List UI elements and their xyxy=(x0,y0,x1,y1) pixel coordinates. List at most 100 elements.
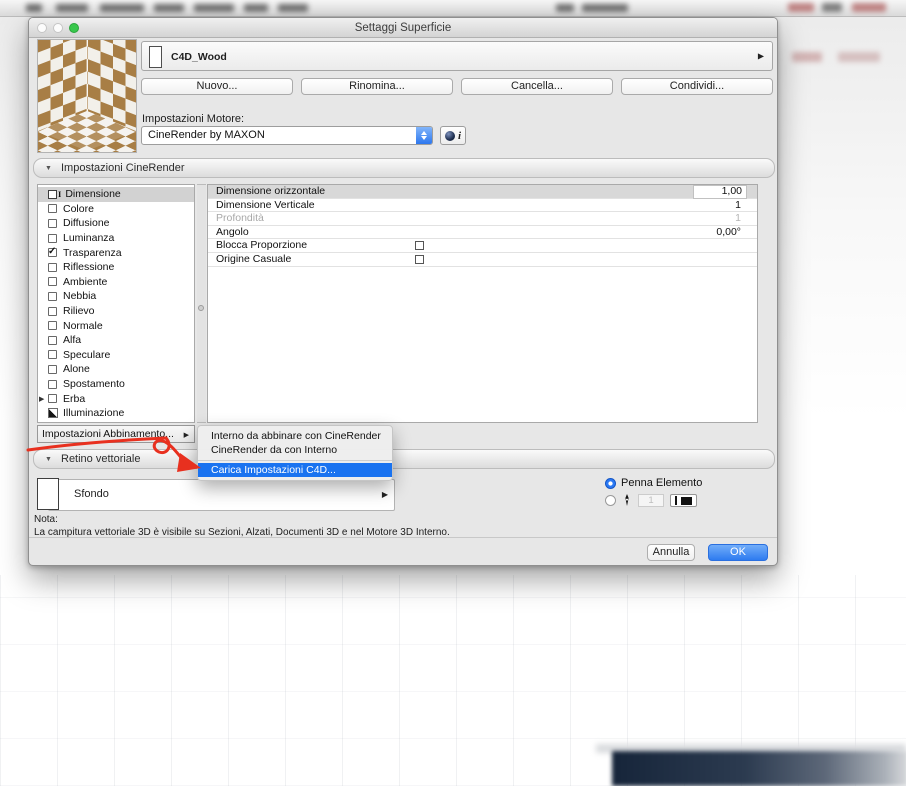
param-row-profondit[interactable]: Profondità1 xyxy=(208,212,757,226)
channel-row-rilievo[interactable]: Rilievo xyxy=(38,304,194,319)
info-icon: i xyxy=(458,130,461,142)
background-fill-label: Sfondo xyxy=(74,488,109,500)
param-row-dimensione-verticale[interactable]: Dimensione Verticale1 xyxy=(208,199,757,213)
channel-checkbox[interactable] xyxy=(48,234,57,243)
menubar-smudge xyxy=(100,4,144,12)
menu-item-cinerender-da-con-interno[interactable]: CineRender da con Interno xyxy=(198,443,392,457)
material-name-field[interactable]: C4D_Wood ▶ xyxy=(141,41,773,71)
dropdown-stepper-icon[interactable] xyxy=(416,127,432,144)
minimize-window-button[interactable] xyxy=(53,23,63,33)
titlebar[interactable]: Settaggi Superficie xyxy=(29,18,777,38)
channel-checkbox[interactable] xyxy=(48,365,57,374)
condividi-button[interactable]: Condividi... xyxy=(621,78,773,95)
pen-custom-row: 1 xyxy=(605,494,697,507)
channel-checkbox[interactable] xyxy=(48,394,57,403)
menubar-smudge xyxy=(852,3,886,12)
channel-row-speculare[interactable]: Speculare xyxy=(38,348,194,363)
param-label: Blocca Proporzione xyxy=(216,239,307,253)
param-label: Dimensione orizzontale xyxy=(216,185,325,199)
channel-checkbox[interactable] xyxy=(48,277,57,286)
chevron-right-icon[interactable]: ▶ xyxy=(758,52,764,61)
menu-separator xyxy=(198,460,392,461)
cancella-button[interactable]: Cancella... xyxy=(461,78,613,95)
material-color-swatch xyxy=(149,46,162,68)
channel-row-illuminazione[interactable]: Illuminazione xyxy=(38,406,194,421)
channel-row-trasparenza[interactable]: Trasparenza xyxy=(38,245,194,260)
chevron-right-icon: ▶ xyxy=(184,431,189,439)
menubar-smudge xyxy=(278,4,308,12)
channel-checkbox[interactable] xyxy=(48,204,57,213)
matching-settings-menu: Interno da abbinare con CineRenderCineRe… xyxy=(197,425,393,481)
channel-label: Riflessione xyxy=(63,261,114,273)
channel-row-normale[interactable]: Normale xyxy=(38,318,194,333)
channel-row-erba[interactable]: ▶Erba xyxy=(38,391,194,406)
channel-checkbox[interactable] xyxy=(48,248,57,257)
footer-divider xyxy=(29,537,777,538)
background-fill-row[interactable]: Sfondo ▶ xyxy=(37,478,395,512)
menu-item-carica-impostazioni-c4d[interactable]: Carica Impostazioni C4D... xyxy=(198,463,392,477)
menubar-smudge xyxy=(582,4,628,12)
chevron-right-icon[interactable]: ▶ xyxy=(382,490,388,499)
channel-checkbox[interactable] xyxy=(48,350,57,359)
param-value[interactable]: 1 xyxy=(735,199,741,213)
pen-color-button[interactable] xyxy=(670,494,697,507)
channel-list: IDimensioneColoreDiffusioneLuminanzaTras… xyxy=(37,184,195,423)
section-header-vector-hatch[interactable]: ▼ Retino vettoriale xyxy=(33,449,775,469)
material-preview xyxy=(37,39,137,153)
engine-info-button[interactable]: i xyxy=(440,126,466,145)
ok-button[interactable]: OK xyxy=(708,544,768,561)
channel-checkbox[interactable] xyxy=(48,292,57,301)
param-value[interactable]: 1 xyxy=(735,212,741,226)
channel-label: Normale xyxy=(63,320,103,332)
zoom-window-button[interactable] xyxy=(69,23,79,33)
panel-splitter[interactable] xyxy=(197,184,206,423)
param-row-dimensione-orizzontale[interactable]: Dimensione orizzontale 1,00 xyxy=(208,185,757,199)
disclosure-triangle-icon[interactable]: ▼ xyxy=(45,165,52,172)
channel-checkbox[interactable] xyxy=(48,336,57,345)
pen-element-radio[interactable] xyxy=(605,478,616,489)
disclosure-triangle-icon[interactable]: ▼ xyxy=(45,456,52,463)
window-title: Settaggi Superficie xyxy=(355,22,452,34)
matching-settings-button[interactable]: Impostazioni Abbinamento... ▶ xyxy=(37,425,195,443)
pen-custom-radio[interactable] xyxy=(605,495,616,506)
channel-row-colore[interactable]: Colore xyxy=(38,202,194,217)
param-row-origine-casuale[interactable]: Origine Casuale xyxy=(208,253,757,267)
channel-row-diffusione[interactable]: Diffusione xyxy=(38,216,194,231)
channel-label: Colore xyxy=(63,203,94,215)
channel-row-luminanza[interactable]: Luminanza xyxy=(38,231,194,246)
splitter-grip-icon[interactable] xyxy=(198,305,204,311)
channel-label: Nebbia xyxy=(63,290,96,302)
rinomina-button[interactable]: Rinomina... xyxy=(301,78,453,95)
channel-checkbox[interactable] xyxy=(48,307,57,316)
channel-row-riflessione[interactable]: Riflessione xyxy=(38,260,194,275)
menu-item-interno-da-abbinare-con-cinerender[interactable]: Interno da abbinare con CineRender xyxy=(198,429,392,443)
engine-select[interactable]: CineRender by MAXON xyxy=(141,126,433,145)
menubar-smudge xyxy=(788,3,814,12)
param-value[interactable]: 0,00° xyxy=(716,226,741,240)
pen-color-preview xyxy=(681,497,692,505)
channel-checkbox[interactable] xyxy=(48,263,57,272)
matching-settings-label: Impostazioni Abbinamento... xyxy=(42,426,174,442)
param-checkbox[interactable] xyxy=(415,241,424,250)
param-row-angolo[interactable]: Angolo0,00° xyxy=(208,226,757,240)
param-row-blocca-proporzione[interactable]: Blocca Proporzione xyxy=(208,239,757,253)
param-value-field[interactable]: 1,00 xyxy=(693,185,747,199)
cancel-button[interactable]: Annulla xyxy=(647,544,695,561)
pen-number-field[interactable]: 1 xyxy=(638,494,664,507)
pen-line-preview xyxy=(675,496,677,505)
channel-row-nebbia[interactable]: Nebbia xyxy=(38,289,194,304)
channel-row-alfa[interactable]: Alfa xyxy=(38,333,194,348)
close-window-button[interactable] xyxy=(37,23,47,33)
channel-checkbox[interactable] xyxy=(48,380,57,389)
section-header-cinerender[interactable]: ▼ Impostazioni CineRender xyxy=(33,158,775,178)
channel-row-ambiente[interactable]: Ambiente xyxy=(38,275,194,290)
pen-nib-icon xyxy=(622,494,632,507)
nuovo-button[interactable]: Nuovo... xyxy=(141,78,293,95)
channel-row-spostamento[interactable]: Spostamento xyxy=(38,377,194,392)
channel-row-alone[interactable]: Alone xyxy=(38,362,194,377)
channel-row-dimensione[interactable]: IDimensione xyxy=(38,187,194,202)
param-checkbox[interactable] xyxy=(415,255,424,264)
expander-icon[interactable]: ▶ xyxy=(39,395,44,403)
channel-checkbox[interactable] xyxy=(48,321,57,330)
channel-checkbox[interactable] xyxy=(48,219,57,228)
